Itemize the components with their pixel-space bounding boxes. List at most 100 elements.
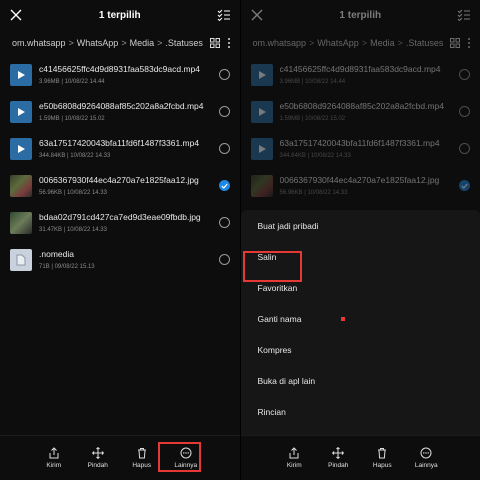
menu-item-rename[interactable]: Ganti nama [241,303,480,334]
file-meta: 344.84KB | 10/08/22 14.33 [39,153,111,159]
move-icon [91,447,104,459]
breadcrumb: om.whatsapp > WhatsApp > Media > .Status… [0,30,240,56]
move-icon [332,447,345,459]
file-name: bdaa02d791cd427ca7ed9d3eae09fbdb.jpg [39,212,201,222]
file-row[interactable]: 0066367930f44ec4a270a7e1825faa12.jpg 56.… [241,167,480,204]
selected-check-icon[interactable] [218,180,230,191]
video-file-icon [10,63,32,86]
breadcrumb-separator: > [397,38,403,48]
select-radio[interactable] [218,217,230,228]
file-name: c41456625ffc4d9d8931faa583dc9acd.mp4 [279,64,441,74]
grid-view-icon[interactable] [450,36,461,50]
breadcrumb-item[interactable]: .Statuses [165,38,203,48]
breadcrumb-separator: > [361,38,368,48]
trash-icon [378,448,387,459]
file-meta: 56.96KB | 10/08/22 14.33 [279,190,348,196]
file-meta: 56.96KB | 10/08/22 14.33 [39,190,107,196]
file-manager-screen-left: 1 terpilih om.whatsapp > WhatsApp > Medi… [0,0,240,480]
share-icon [49,447,59,459]
file-row[interactable]: e50b6808d9264088af85c202a8a2fcbd.mp4 1.5… [241,93,480,130]
grid-view-icon[interactable] [209,36,220,50]
file-list: c41456625ffc4d9d8931faa583dc9acd.mp4 3.9… [241,56,480,204]
file-name: e50b6808d9264088af85c202a8a2fcbd.mp4 [279,101,444,111]
file-meta: 344.84KB | 10/08/22 14.33 [279,153,351,159]
red-dot-marker [341,316,346,321]
file-row[interactable]: 63a17517420043bfa11fd6f1487f3361.mp4 344… [241,130,480,167]
highlight-copy-item [242,251,302,282]
selected-check-icon[interactable] [459,180,470,191]
select-radio[interactable] [459,106,470,117]
file-list: c41456625ffc4d9d8931faa583dc9acd.mp4 3.9… [0,56,240,278]
select-all-icon[interactable] [456,7,472,23]
more-button[interactable]: Lainnya [411,447,441,469]
breadcrumb-separator: > [157,38,163,48]
bottom-action-bar: Kirim Pindah Hapus Lainnya [0,435,240,480]
breadcrumb: om.whatsapp > WhatsApp > Media > .Status… [241,30,480,56]
file-name: .nomedia [39,249,74,259]
file-row[interactable]: 63a17517420043bfa11fd6f1487f3361.mp4 344… [0,130,240,167]
video-file-icon [250,63,273,86]
file-row[interactable]: .nomedia 71B | 09/08/22 15.13 [0,241,240,278]
top-bar: 1 terpilih [241,0,480,30]
menu-item-make-private[interactable]: Buat jadi pribadi [241,210,480,241]
video-file-icon [10,100,32,123]
close-icon[interactable] [8,7,24,23]
select-radio[interactable] [459,69,470,80]
file-manager-screen-right: 1 terpilih om.whatsapp > WhatsApp > Medi… [239,0,480,480]
top-bar: 1 terpilih [0,0,240,30]
file-row[interactable]: c41456625ffc4d9d8931faa583dc9acd.mp4 3.9… [0,56,240,93]
send-button[interactable]: Kirim [39,447,69,469]
image-thumbnail [10,211,32,234]
send-button[interactable]: Kirim [279,447,309,469]
select-radio[interactable] [218,254,230,265]
select-radio[interactable] [218,143,230,154]
file-meta: 3.96MB | 10/08/22 14.44 [39,79,105,85]
breadcrumb-separator: > [121,38,127,48]
more-options-menu: Buat jadi pribadi Salin Favoritkan Ganti… [240,210,480,436]
delete-button[interactable]: Hapus [127,447,157,469]
file-name: e50b6808d9264088af85c202a8a2fcbd.mp4 [39,101,204,111]
image-thumbnail [10,174,32,197]
file-row[interactable]: 0066367930f44ec4a270a7e1825faa12.jpg 56.… [0,167,240,204]
trash-icon [137,448,146,459]
document-file-icon [10,248,32,271]
file-meta: 3.96MB | 10/08/22 14.44 [279,79,346,85]
select-radio[interactable] [218,106,230,117]
file-name: 0066367930f44ec4a270a7e1825faa12.jpg [279,175,440,185]
menu-item-details[interactable]: Rincian [241,396,480,427]
page-title: 1 terpilih [339,9,382,21]
move-button[interactable]: Pindah [323,447,353,469]
breadcrumb-item[interactable]: om.whatsapp [12,38,66,48]
delete-button[interactable]: Hapus [367,447,397,469]
close-icon[interactable] [249,7,265,23]
file-name: 0066367930f44ec4a270a7e1825faa12.jpg [39,175,199,185]
file-row[interactable]: bdaa02d791cd427ca7ed9d3eae09fbdb.jpg 31.… [0,204,240,241]
breadcrumb-item[interactable]: WhatsApp [317,38,359,48]
bottom-action-bar: Kirim Pindah Hapus Lainnya [240,435,480,480]
move-button[interactable]: Pindah [83,447,113,469]
video-file-icon [10,137,32,160]
file-name: c41456625ffc4d9d8931faa583dc9acd.mp4 [39,64,201,74]
breadcrumb-item[interactable]: .Statuses [406,38,444,48]
video-file-icon [250,137,273,160]
file-meta: 1.59MB | 10/08/22 15.02 [39,116,105,122]
breadcrumb-item[interactable]: om.whatsapp [253,38,307,48]
page-title: 1 terpilih [98,9,141,21]
overflow-menu-icon[interactable] [464,36,474,50]
select-radio[interactable] [218,69,230,80]
breadcrumb-separator: > [309,38,315,48]
file-meta: 1.59MB | 10/08/22 15.02 [279,116,346,122]
breadcrumb-item[interactable]: Media [370,38,395,48]
breadcrumb-item[interactable]: Media [130,38,155,48]
menu-item-open-in-other-app[interactable]: Buka di apl lain [241,365,480,396]
select-all-icon[interactable] [216,7,232,23]
breadcrumb-item[interactable]: WhatsApp [77,38,119,48]
overflow-menu-icon[interactable] [224,36,234,50]
file-meta: 31.47KB | 10/08/22 14.33 [39,227,107,233]
file-meta: 71B | 09/08/22 15.13 [39,264,95,270]
file-row[interactable]: e50b6808d9264088af85c202a8a2fcbd.mp4 1.5… [0,93,240,130]
file-row[interactable]: c41456625ffc4d9d8931faa583dc9acd.mp4 3.9… [241,56,480,93]
menu-item-compress[interactable]: Kompres [241,334,480,365]
select-radio[interactable] [459,143,470,154]
highlight-more-button [158,442,201,472]
